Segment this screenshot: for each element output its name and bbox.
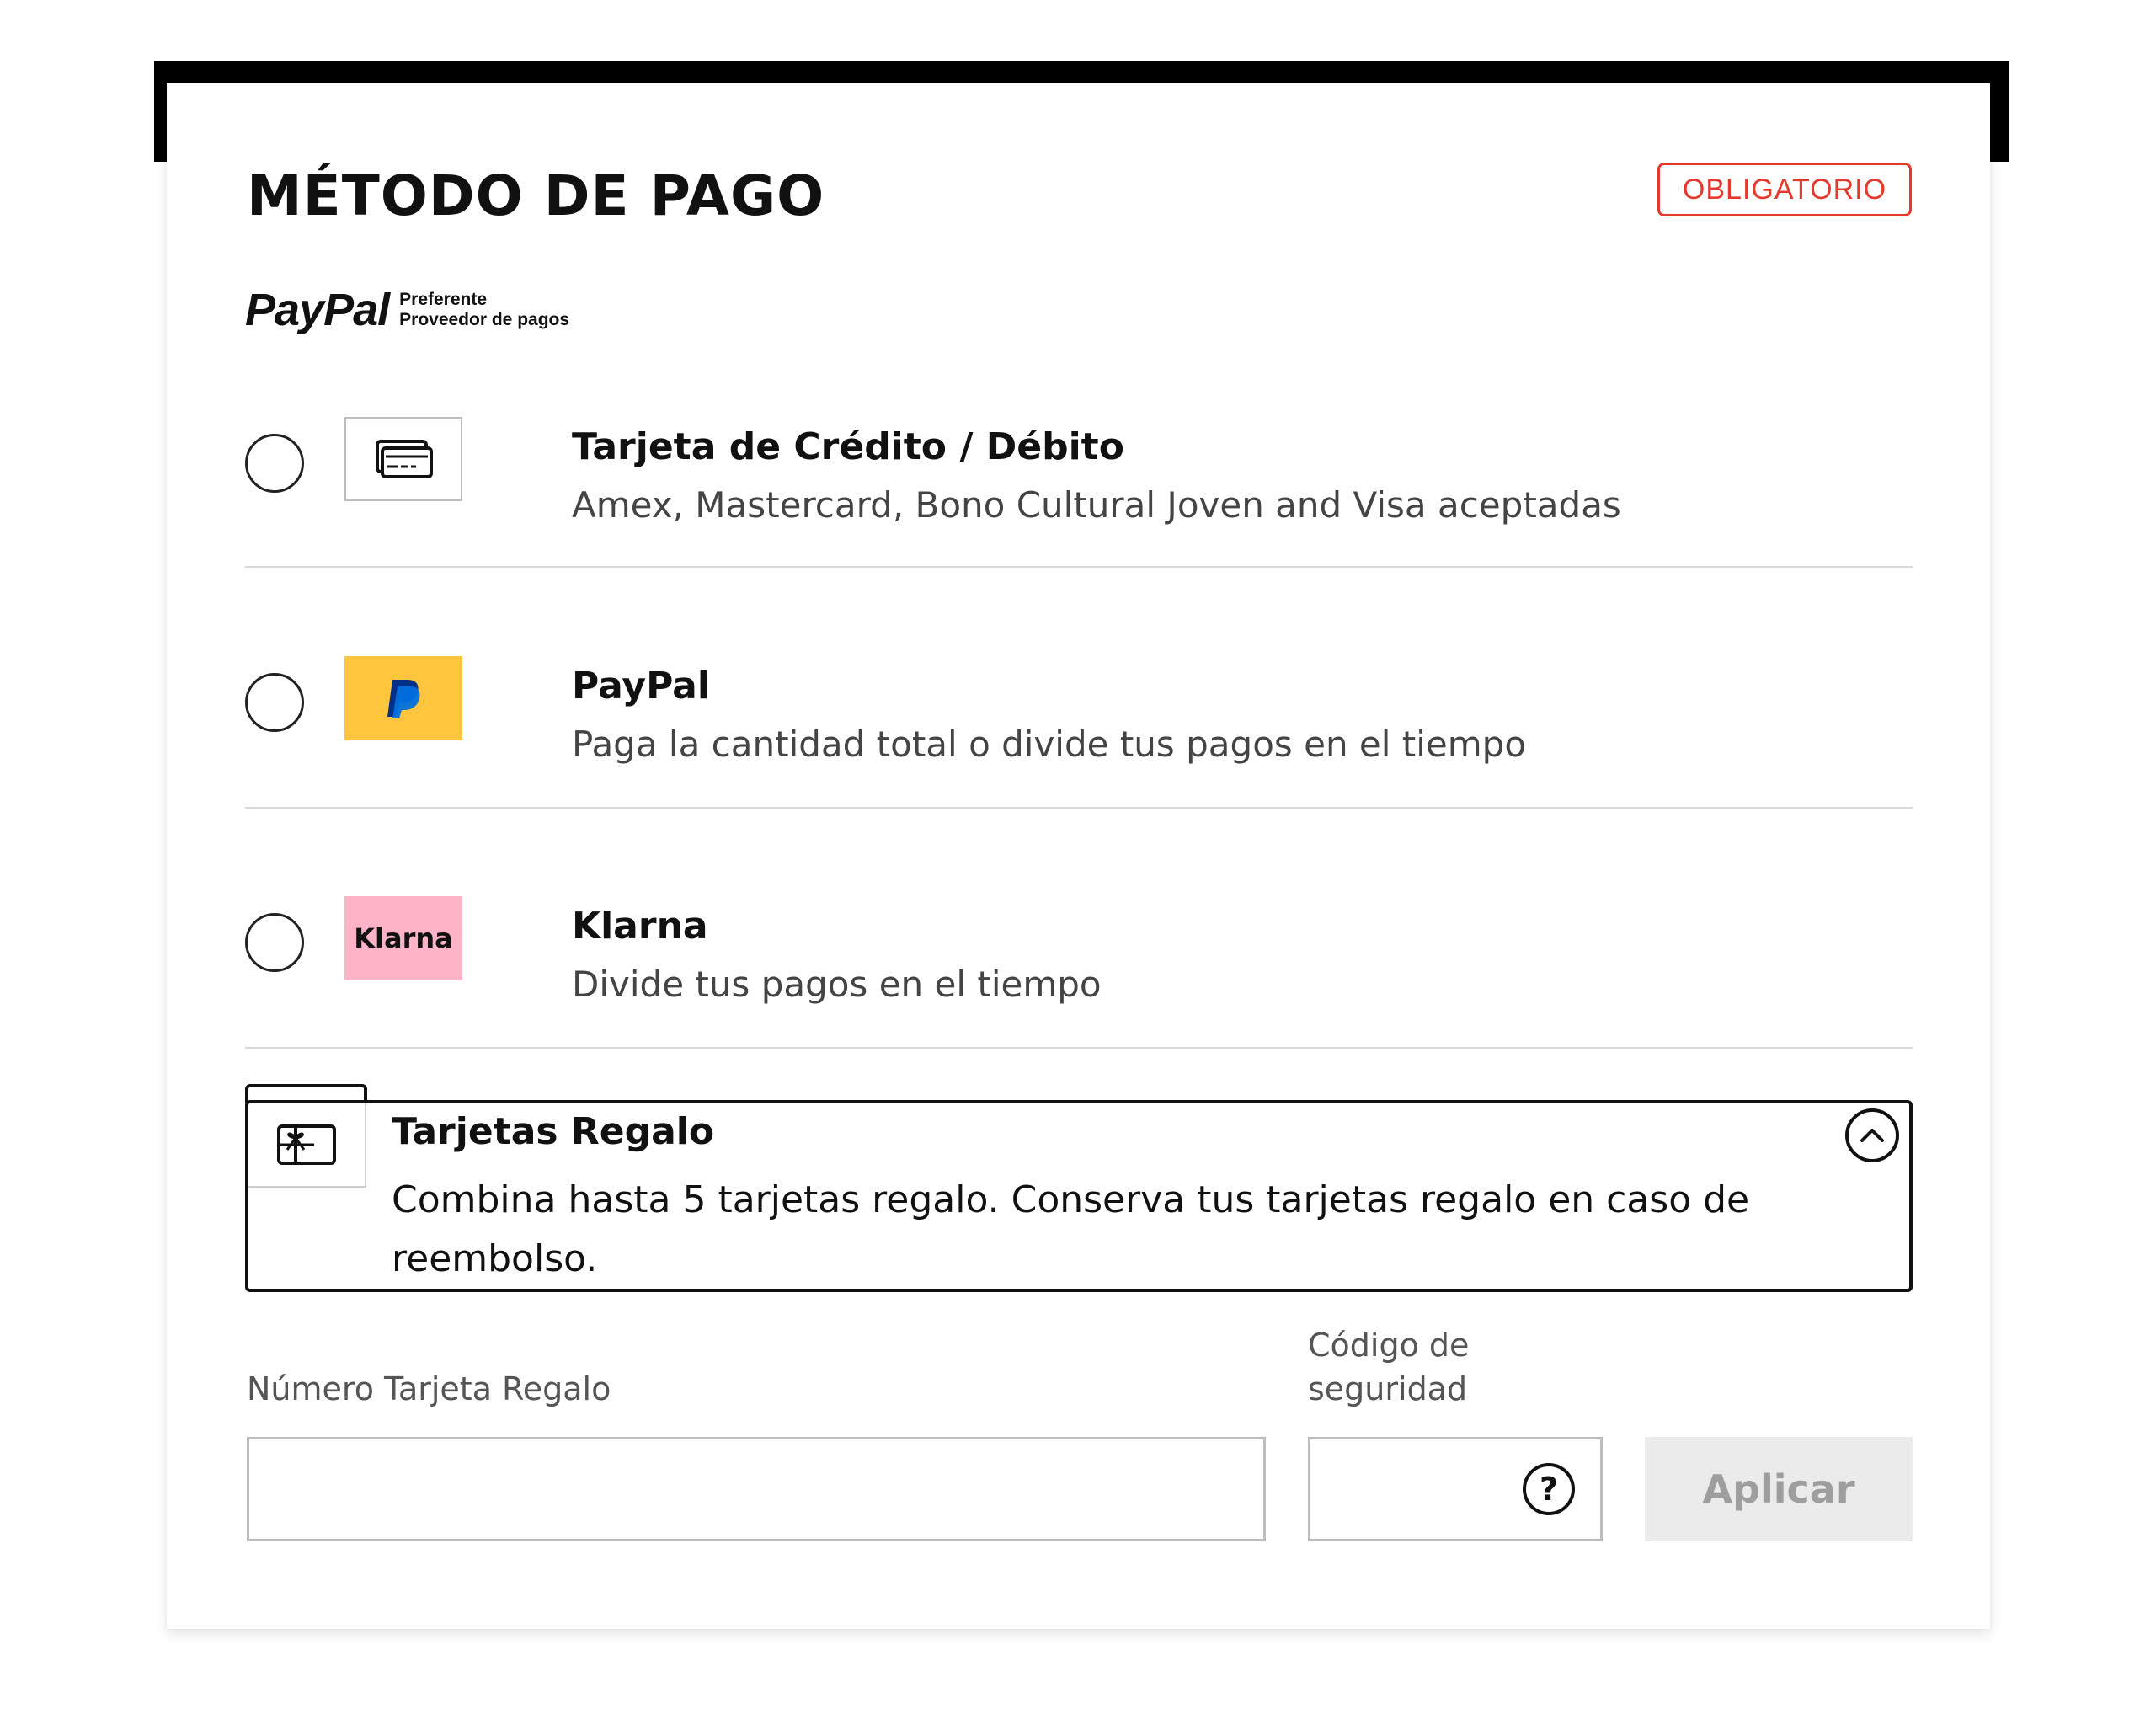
gift-card-number-label: Número Tarjeta Regalo (247, 1370, 611, 1407)
paypal-icon (344, 656, 462, 740)
divider (245, 807, 1913, 809)
paypal-preferred-logo: PayPal Preferente Proveedor de pagos (245, 284, 569, 336)
paypal-preferred-caption: Preferente Proveedor de pagos (399, 290, 569, 330)
card-option-title: Tarjeta de Crédito / Débito (572, 425, 1124, 468)
security-code-label-line2: seguridad (1308, 1370, 1468, 1407)
gift-card-icon (248, 1103, 366, 1188)
klarna-option-title: Klarna (572, 905, 708, 948)
paypal-preferred-line2: Proveedor de pagos (399, 310, 570, 329)
gift-card-title: Tarjetas Regalo (392, 1110, 715, 1153)
card-radio[interactable] (245, 434, 304, 493)
payment-option-klarna[interactable]: Klarna Klarna Divide tus pagos en el tie… (245, 871, 1913, 1023)
paypal-preferred-line1: Preferente (399, 290, 488, 309)
required-badge: OBLIGATORIO (1657, 163, 1912, 216)
paypal-wordmark: PayPal (245, 285, 390, 335)
paypal-option-title: PayPal (572, 665, 710, 708)
divider (245, 1047, 1913, 1049)
right-frame-bar (1990, 61, 2009, 162)
credit-card-icon (344, 417, 462, 501)
klarna-icon: Klarna (344, 896, 462, 980)
divider (245, 566, 1913, 568)
klarna-logo-text: Klarna (354, 922, 453, 954)
page-title: MÉTODO DE PAGO (247, 163, 825, 228)
security-code-label: Código de seguridad (1308, 1323, 1469, 1411)
card-option-subtitle: Amex, Mastercard, Bono Cultural Joven an… (572, 484, 1621, 526)
apply-button[interactable]: Aplicar (1645, 1437, 1913, 1541)
security-code-label-line1: Código de (1308, 1327, 1470, 1364)
left-frame-bar (154, 61, 167, 162)
paypal-option-subtitle: Paga la cantidad total o divide tus pago… (572, 724, 1527, 765)
gift-card-description: Combina hasta 5 tarjetas regalo. Conserv… (392, 1178, 1750, 1280)
payment-method-panel: MÉTODO DE PAGO OBLIGATORIO PayPal Prefer… (167, 83, 1990, 1629)
gift-card-number-input[interactable] (247, 1437, 1266, 1541)
paypal-radio[interactable] (245, 673, 304, 732)
top-frame-bar (154, 61, 2009, 83)
gift-card-section[interactable]: Tarjetas Regalo Combina hasta 5 tarjetas… (245, 1100, 1913, 1292)
klarna-option-subtitle: Divide tus pagos en el tiempo (572, 964, 1102, 1005)
payment-option-paypal[interactable]: PayPal Paga la cantidad total o divide t… (245, 631, 1913, 782)
klarna-radio[interactable] (245, 913, 304, 972)
payment-option-card[interactable]: Tarjeta de Crédito / Débito Amex, Master… (245, 392, 1913, 543)
help-icon[interactable]: ? (1523, 1463, 1575, 1515)
collapse-chevron-up-icon[interactable] (1845, 1108, 1899, 1162)
